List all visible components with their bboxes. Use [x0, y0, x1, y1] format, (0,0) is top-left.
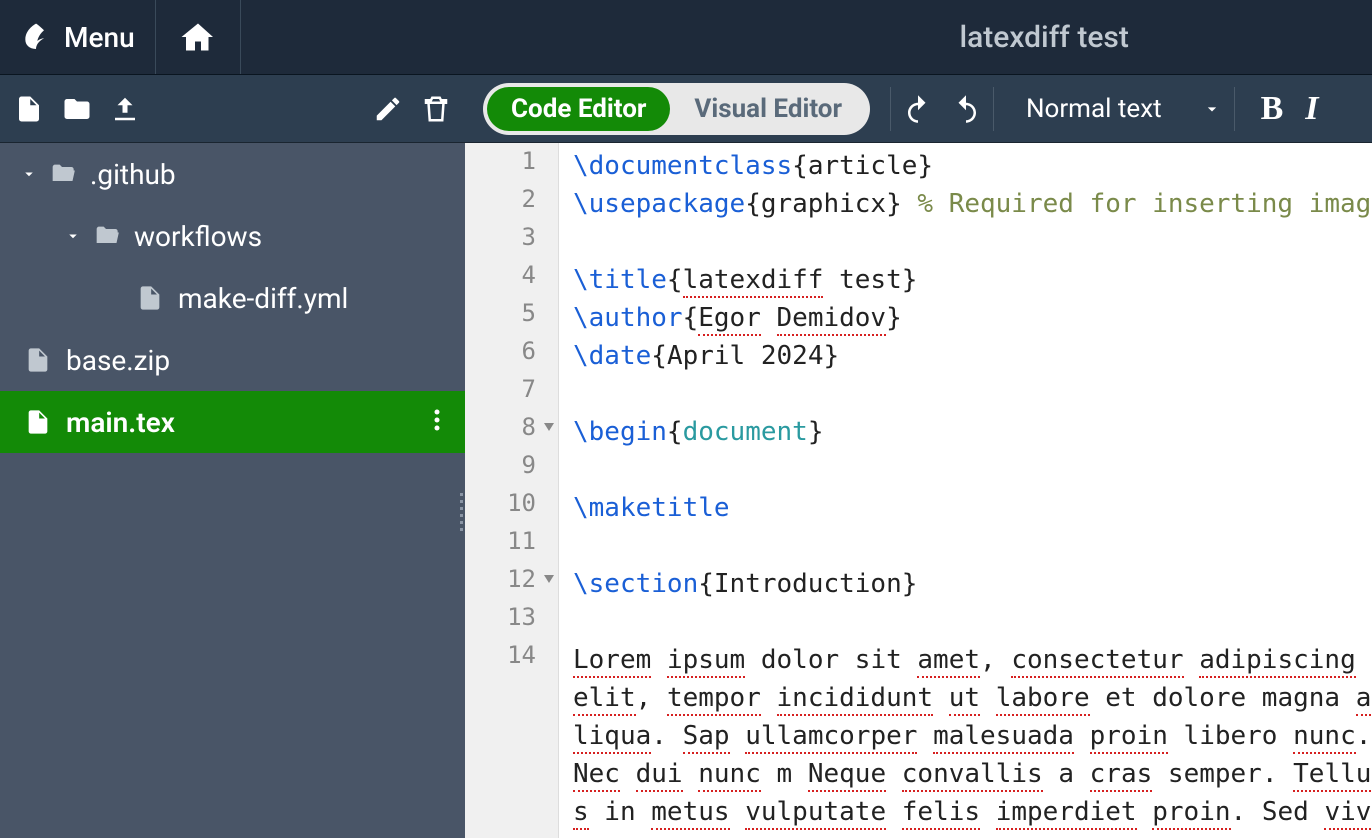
trash-icon [421, 94, 451, 124]
text-style-label: Normal text [1026, 94, 1162, 124]
leaf-icon [20, 21, 52, 53]
code-line[interactable]: \begin{document} [573, 413, 1372, 451]
folder-icon [48, 160, 76, 188]
menu-button[interactable]: Menu [0, 0, 156, 74]
tree-folder[interactable]: .github [0, 143, 465, 205]
code-line[interactable]: \title{latexdiff test} [573, 261, 1372, 299]
line-number: 4 [465, 261, 558, 299]
new-file-button[interactable] [14, 94, 44, 124]
home-icon [180, 19, 216, 55]
delete-button[interactable] [421, 94, 451, 124]
line-number: 14 [465, 641, 558, 679]
pencil-icon [373, 94, 403, 124]
toolbar-file-actions [0, 94, 465, 124]
tree-file[interactable]: make-diff.yml [0, 267, 465, 329]
line-gutter: 1234567891011121314 [465, 143, 559, 838]
tree-file[interactable]: main.tex [0, 391, 465, 453]
fold-marker[interactable] [544, 423, 554, 431]
line-number: 9 [465, 451, 558, 489]
folder-icon [92, 222, 120, 250]
line-number: 12 [465, 565, 558, 603]
file-icon [24, 408, 52, 436]
project-title: latexdiff test [776, 20, 1372, 55]
tree-item-label: make-diff.yml [178, 282, 453, 315]
tree-file[interactable]: base.zip [0, 329, 465, 391]
file-icon [136, 284, 164, 312]
visual-editor-tab[interactable]: Visual Editor [670, 87, 866, 131]
format-buttons: B I [1247, 90, 1319, 128]
menu-label: Menu [64, 21, 135, 54]
line-number: 6 [465, 337, 558, 375]
code-line[interactable]: \date{April 2024} [573, 337, 1372, 375]
line-number: 7 [465, 375, 558, 413]
editor-mode-toggle: Code Editor Visual Editor [483, 83, 870, 135]
rename-button[interactable] [373, 94, 403, 124]
line-number: 1 [465, 147, 558, 185]
undo-button[interactable] [903, 94, 933, 124]
code-line[interactable]: \author{Egor Demidov} [573, 299, 1372, 337]
main-area: .github workflows make-diff.yml base.zip mai… [0, 143, 1372, 838]
upload-icon [110, 94, 140, 124]
home-button[interactable] [156, 0, 241, 74]
chevron-down-icon [64, 227, 84, 245]
redo-button[interactable] [951, 94, 981, 124]
code-line[interactable]: Lorem ipsum dolor sit amet, consectetur … [573, 641, 1372, 838]
code-editor-tab[interactable]: Code Editor [487, 87, 670, 131]
bold-button[interactable]: B [1261, 90, 1284, 128]
topbar: Menu latexdiff test [0, 0, 1372, 75]
tree-item-label: main.tex [66, 406, 433, 439]
code-line[interactable] [573, 223, 1372, 261]
line-number: 11 [465, 527, 558, 565]
new-folder-button[interactable] [62, 94, 92, 124]
italic-button[interactable]: I [1305, 90, 1318, 128]
chevron-down-icon [20, 165, 40, 183]
new-file-icon [14, 94, 44, 124]
code-line[interactable] [573, 603, 1372, 641]
tree-item-label: workflows [134, 220, 453, 253]
code-editor: 1234567891011121314 \documentclass{artic… [465, 143, 1372, 838]
tree-item-label: .github [90, 158, 453, 191]
toolbar: Code Editor Visual Editor Normal text B … [0, 75, 1372, 143]
line-number: 5 [465, 299, 558, 337]
code-line[interactable]: \maketitle [573, 489, 1372, 527]
line-number: 8 [465, 413, 558, 451]
code-line[interactable]: \usepackage{graphicx} % Required for ins… [573, 185, 1372, 223]
upload-button[interactable] [110, 94, 140, 124]
topbar-left: Menu [0, 0, 241, 74]
file-icon [24, 346, 52, 374]
fold-marker[interactable] [544, 575, 554, 583]
sidebar-resize-handle[interactable] [457, 493, 465, 533]
code-line[interactable]: \documentclass{article} [573, 147, 1372, 185]
undo-redo-group [890, 87, 994, 131]
tree-folder[interactable]: workflows [0, 205, 465, 267]
line-number: 10 [465, 489, 558, 527]
chevron-down-icon [1202, 99, 1222, 119]
code-line[interactable]: \section{Introduction} [573, 565, 1372, 603]
file-tree-sidebar: .github workflows make-diff.yml base.zip mai… [0, 143, 465, 838]
line-number: 13 [465, 603, 558, 641]
line-number: 2 [465, 185, 558, 223]
tree-item-menu[interactable] [433, 406, 453, 439]
text-style-dropdown[interactable]: Normal text [1014, 87, 1235, 131]
new-folder-icon [62, 94, 92, 124]
tree-item-label: base.zip [66, 344, 453, 377]
toolbar-editor-actions: Code Editor Visual Editor Normal text B … [465, 83, 1372, 135]
code-line[interactable] [573, 451, 1372, 489]
code-line[interactable] [573, 527, 1372, 565]
code-content[interactable]: \documentclass{article}\usepackage{graph… [559, 143, 1372, 838]
code-line[interactable] [573, 375, 1372, 413]
line-number: 3 [465, 223, 558, 261]
